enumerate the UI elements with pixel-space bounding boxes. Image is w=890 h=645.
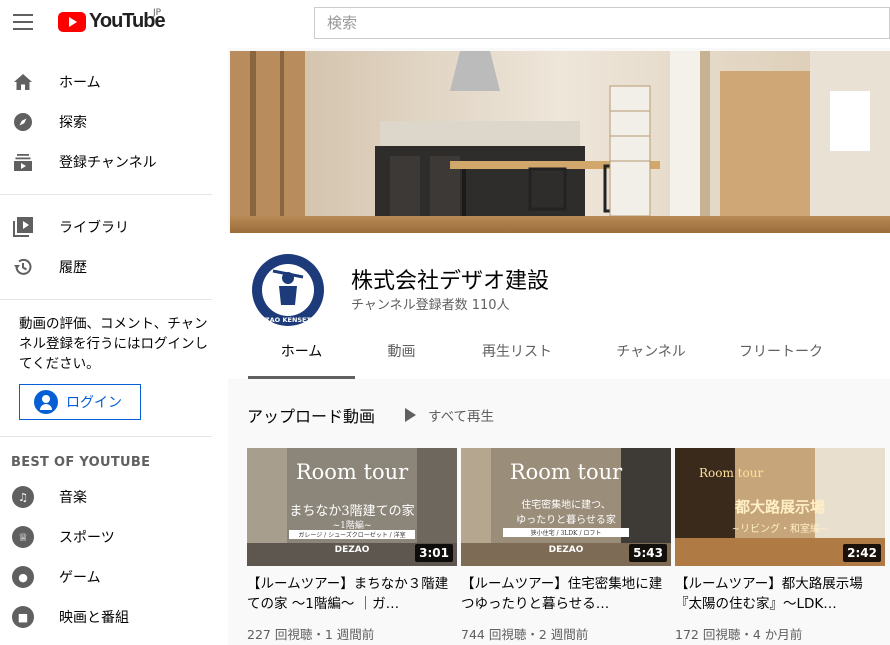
video-title[interactable]: 【ルームツアー】まちなか３階建ての家 〜1階編〜 ｜ガ…	[247, 574, 457, 614]
channel-avatar[interactable]: DEZAO KENSETSU	[251, 253, 325, 327]
video-duration: 3:01	[415, 544, 453, 562]
sidebar-item-library[interactable]: ライブラリ	[0, 207, 228, 247]
film-icon: ■	[12, 606, 34, 628]
video-title[interactable]: 【ルームツアー】都大路展示場『太陽の住む家』〜LDK…	[675, 574, 885, 614]
tab-playlists[interactable]: 再生リスト	[448, 329, 586, 379]
music-icon: ♫	[12, 486, 34, 508]
subscriber-count: チャンネル登録者数 110人	[351, 298, 510, 313]
thumbnail-text: 狭小住宅 / 3LDK / ロフト	[503, 528, 629, 537]
video-thumbnail[interactable]: Room tour 都大路展示場 ~リビング・和室編~ 2:42	[675, 448, 885, 566]
sidebar-item-label: 探索	[59, 115, 87, 131]
thumbnail-text: ゆったりと暮らせる家	[516, 515, 616, 526]
video-duration: 2:42	[843, 544, 881, 562]
thumbnail-text: ~リビング・和室編~	[731, 524, 829, 535]
sidebar-item-gaming[interactable]: ● ゲーム	[0, 557, 228, 597]
thumbnail-text: 都大路展示場	[734, 498, 825, 516]
channel-banner	[230, 51, 890, 233]
history-icon	[12, 256, 34, 278]
thumbnail-text: まちなか3階建ての家	[289, 504, 415, 519]
sidebar-item-label: ゲーム	[59, 570, 101, 586]
signin-prompt: 動画の評価、コメント、チャンネル登録を行うにはログインしてください。	[19, 316, 208, 372]
subscriptions-icon	[12, 151, 34, 173]
home-icon	[12, 71, 34, 93]
channel-header: DEZAO KENSETSU 株式会社デザオ建設 チャンネル登録者数 110人 …	[228, 233, 890, 379]
sidebar-item-label: 音楽	[59, 490, 87, 506]
tab-discussion[interactable]: フリートーク	[716, 329, 846, 379]
sidebar-item-music[interactable]: ♫ 音楽	[0, 477, 228, 517]
video-card[interactable]: Room tour 都大路展示場 ~リビング・和室編~ 2:42 【ルームツアー…	[675, 448, 885, 643]
sidebar-item-subscriptions[interactable]: 登録チャンネル	[0, 142, 228, 182]
sidebar-item-sports[interactable]: ♕ スポーツ	[0, 517, 228, 557]
tab-channels[interactable]: チャンネル	[586, 329, 716, 379]
video-meta: 744 回視聴・2 週間前	[461, 627, 589, 642]
divider	[0, 436, 212, 437]
video-thumbnail[interactable]: Room tour 住宅密集地に建つ、 ゆったりと暮らせる家 狭小住宅 / 3L…	[461, 448, 671, 566]
sidebar: ホーム 探索 登録チャンネル ライブラリ 履歴 動画の評価、コメント、チャンネル…	[0, 48, 228, 645]
video-title[interactable]: 【ルームツアー】住宅密集地に建つゆったりと暮らせる…	[461, 574, 671, 614]
play-all-button[interactable]: すべて再生	[405, 405, 494, 425]
tab-home[interactable]: ホーム	[248, 329, 355, 379]
main-content: DEZAO KENSETSU 株式会社デザオ建設 チャンネル登録者数 110人 …	[228, 48, 890, 645]
trophy-icon: ♕	[12, 526, 34, 548]
gaming-icon: ●	[12, 566, 34, 588]
sidebar-item-label: スポーツ	[59, 530, 115, 546]
video-meta: 227 回視聴・1 週間前	[247, 627, 375, 642]
video-card[interactable]: Room tour 住宅密集地に建つ、 ゆったりと暮らせる家 狭小住宅 / 3L…	[461, 448, 671, 643]
sidebar-item-label: ホーム	[59, 75, 101, 91]
video-duration: 5:43	[629, 544, 667, 562]
best-of-youtube-heading: BEST OF YOUTUBE	[11, 455, 151, 470]
thumbnail-text: Room tour	[295, 460, 409, 484]
play-icon	[405, 408, 417, 422]
login-label: ログイン	[66, 395, 122, 411]
menu-icon[interactable]	[13, 14, 33, 32]
youtube-logo[interactable]: YouTube JP	[58, 8, 166, 33]
video-meta: 172 回視聴・4 か月前	[675, 627, 803, 642]
region-code: JP	[153, 8, 162, 18]
thumbnail-text: ガレージ / シューズクローゼット / 洋室	[289, 530, 415, 539]
sidebar-item-movies[interactable]: ■ 映画と番組	[0, 597, 228, 637]
tab-videos[interactable]: 動画	[355, 329, 448, 379]
sidebar-item-label: 履歴	[59, 260, 87, 276]
thumbnail-text: Room tour	[699, 466, 764, 480]
channel-name: 株式会社デザオ建設	[351, 269, 550, 294]
sidebar-item-explore[interactable]: 探索	[0, 102, 228, 142]
youtube-logo-icon	[58, 11, 86, 32]
sidebar-item-history[interactable]: 履歴	[0, 247, 228, 287]
login-button[interactable]: ログイン	[19, 384, 141, 420]
divider	[0, 194, 212, 195]
account-icon	[34, 390, 58, 414]
sidebar-item-home[interactable]: ホーム	[0, 62, 228, 102]
divider	[0, 299, 212, 300]
masthead: YouTube JP 検索	[0, 0, 890, 48]
play-all-label: すべて再生	[428, 409, 495, 425]
sidebar-item-label: ライブラリ	[59, 220, 129, 236]
search-input[interactable]: 検索	[314, 7, 890, 39]
library-icon	[12, 216, 34, 238]
sidebar-item-label: 映画と番組	[59, 610, 129, 626]
video-thumbnail[interactable]: Room tour まちなか3階建ての家 ~1階編~ ガレージ / シューズクロ…	[247, 448, 457, 566]
compass-icon	[12, 111, 34, 133]
uploads-title[interactable]: アップロード動画	[247, 403, 375, 427]
video-card[interactable]: Room tour まちなか3階建ての家 ~1階編~ ガレージ / シューズクロ…	[247, 448, 457, 643]
channel-tabs: ホーム 動画 再生リスト チャンネル フリートーク	[248, 329, 846, 379]
avatar-lettering: DEZAO KENSETSU	[255, 316, 321, 324]
uploads-shelf-header: アップロード動画 すべて再生	[247, 403, 494, 427]
thumbnail-text: Room tour	[509, 460, 623, 484]
sidebar-item-label: 登録チャンネル	[59, 155, 157, 171]
thumbnail-text: 住宅密集地に建つ、	[521, 500, 611, 511]
